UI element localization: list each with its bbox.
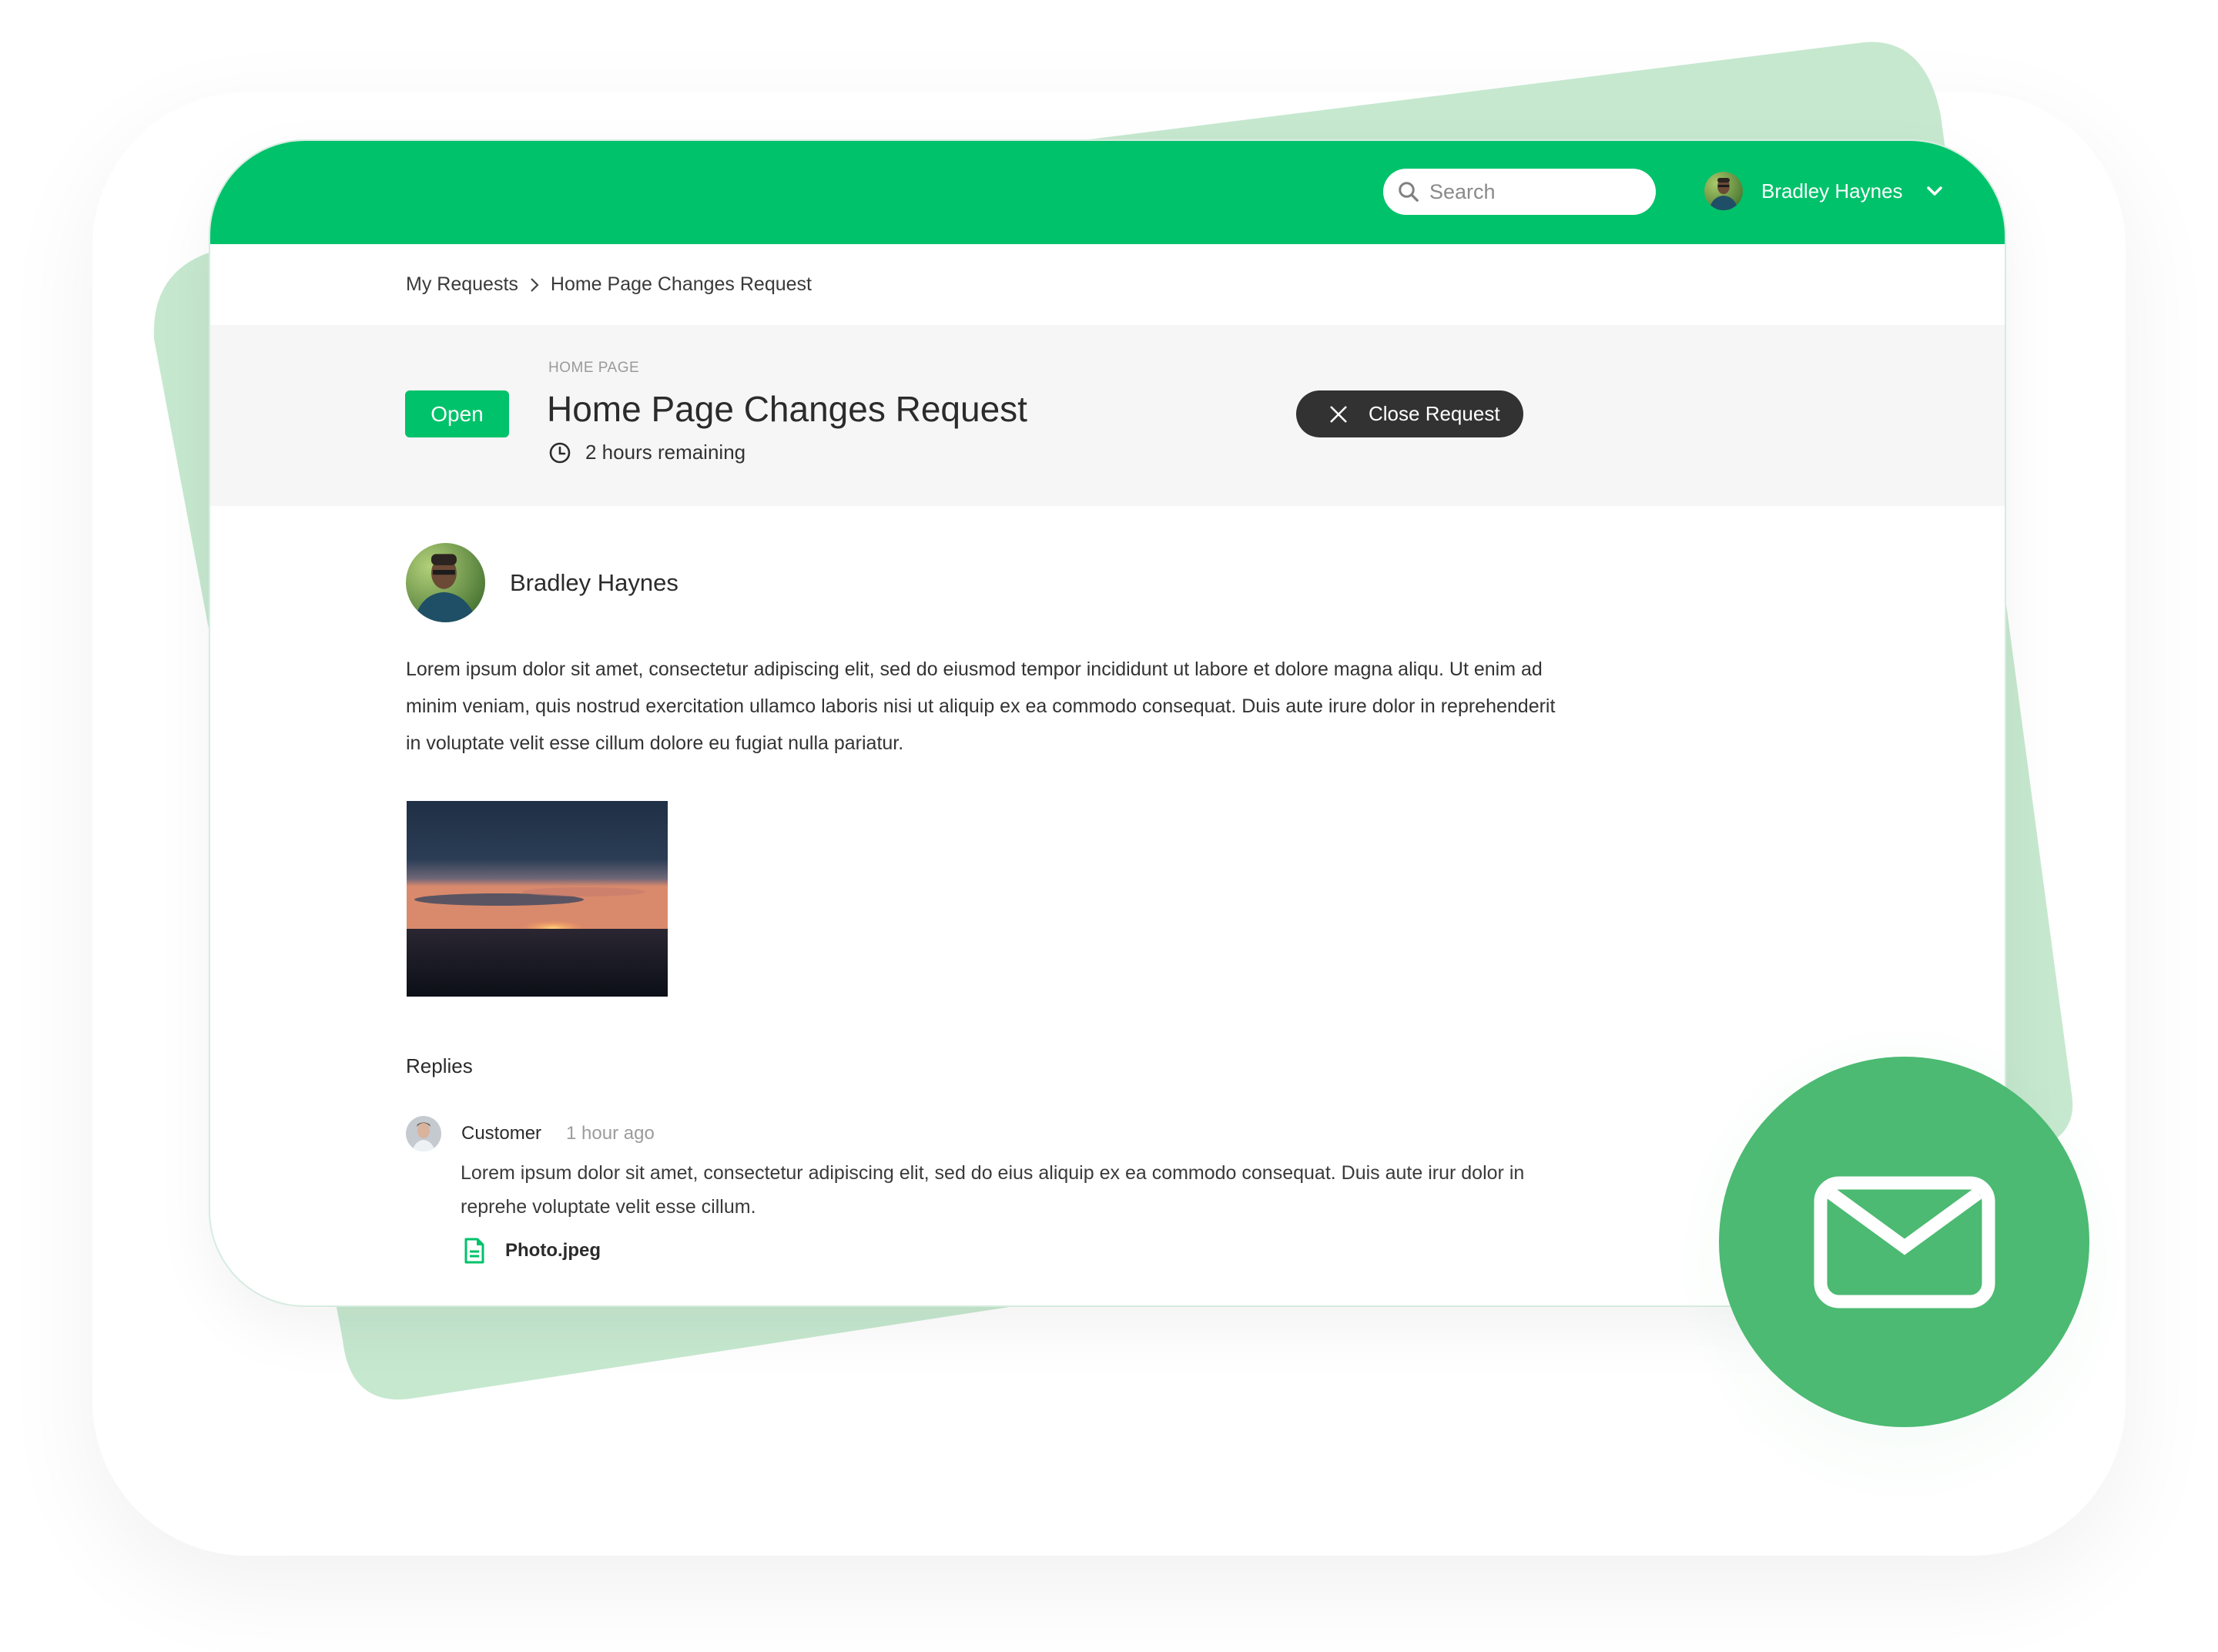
time-remaining: 2 hours remaining: [548, 441, 745, 464]
request-header: Open HOME PAGE Home Page Changes Request…: [210, 325, 2005, 506]
page-title: Home Page Changes Request: [547, 389, 1027, 429]
search-icon: [1399, 182, 1419, 202]
author-avatar: [406, 543, 485, 622]
close-icon: [1330, 405, 1347, 423]
attachment-filename: Photo.jpeg: [505, 1240, 601, 1261]
search-box[interactable]: [1383, 169, 1656, 215]
reply-header: Customer 1 hour ago: [406, 1116, 655, 1151]
chevron-down-icon[interactable]: [1926, 186, 1943, 196]
replies-heading: Replies: [406, 1054, 473, 1077]
file-icon: [464, 1238, 484, 1264]
attached-photo[interactable]: [407, 801, 668, 997]
mail-icon: [1814, 1176, 1995, 1308]
close-request-label: Close Request: [1369, 402, 1500, 425]
reply-attachment[interactable]: Photo.jpeg: [461, 1237, 601, 1265]
user-avatar: [1704, 172, 1743, 210]
status-badge: Open: [405, 390, 509, 437]
user-menu[interactable]: Bradley Haynes: [1704, 170, 1943, 212]
search-input[interactable]: [1428, 179, 1639, 205]
top-navigation-bar: Bradley Haynes: [210, 141, 2005, 244]
clock-icon: [549, 442, 571, 463]
breadcrumb-my-requests[interactable]: My Requests: [406, 273, 518, 296]
breadcrumb-current: Home Page Changes Request: [550, 273, 812, 295]
chevron-right-icon: [531, 277, 539, 292]
user-name: Bradley Haynes: [1761, 179, 1903, 203]
author-name: Bradley Haynes: [510, 568, 678, 596]
customer-avatar: [406, 1116, 441, 1151]
post-body: Lorem ipsum dolor sit amet, consectetur …: [406, 658, 1556, 754]
post-author: Bradley Haynes: [406, 543, 678, 622]
request-category: HOME PAGE: [548, 360, 640, 376]
mail-button[interactable]: [1719, 1057, 2089, 1427]
breadcrumb: My Requests Home Page Changes Request: [406, 273, 812, 296]
reply-time: 1 hour ago: [566, 1123, 655, 1144]
time-remaining-text: 2 hours remaining: [585, 441, 746, 464]
reply-author: Customer: [461, 1123, 542, 1144]
reply-body: Lorem ipsum dolor sit amet, consectetur …: [461, 1162, 1525, 1218]
close-request-button[interactable]: Close Request: [1296, 390, 1523, 437]
